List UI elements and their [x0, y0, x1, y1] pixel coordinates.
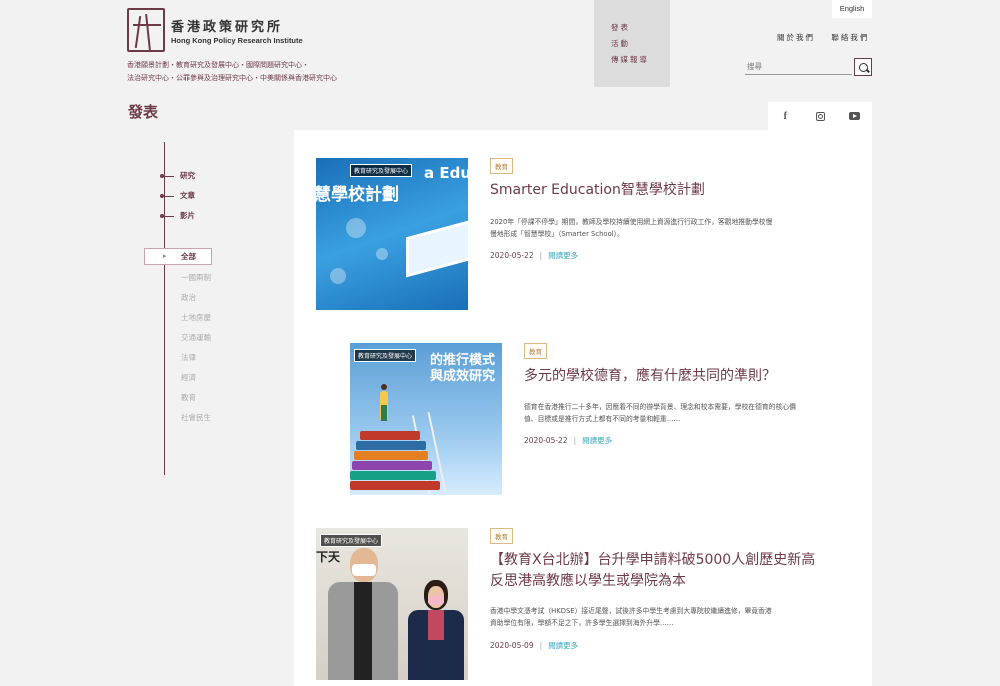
post-title[interactable]: 【教育X台北辦】台升學申請料破5000人創歷史新高 反思港高教應以學生或學院為本 [490, 550, 815, 592]
post-tag[interactable]: 教育 [490, 528, 513, 544]
category-all[interactable]: 全部 [144, 248, 212, 265]
logo-zh: 香港政策研究所 [171, 19, 284, 35]
sidebar-type-label: 影片 [180, 211, 195, 220]
category-item[interactable]: 法律 [181, 352, 196, 363]
thumb-tag: 教育研究及發展中心 [354, 349, 417, 362]
post-desc: 德育在香港推行二十多年，因應着不同的辦學背景、理念和校本需要，學校在德育的核心價… [524, 401, 796, 425]
post-desc: 2020年「停課不停學」期間，教師及學校持續使用網上資源進行行政工作，客觀地推動… [490, 216, 772, 240]
post-meta: 2020-05-22 | 閱讀更多 [490, 251, 579, 260]
post-desc-line: 香港中學文憑考試（HKDSE）接近尾聲，試後許多中學生考慮到大專院校繼續進修，畢… [490, 607, 772, 615]
post-desc-line: 2020年「停課不停學」期間，教師及學校持續使用網上資源進行行政工作，客觀地推動… [490, 218, 773, 226]
sidebar-type-research[interactable]: 研究 [160, 170, 195, 181]
post-title[interactable]: 多元的學校德育，應有什麼共同的準則？ [524, 366, 776, 387]
page: 香港政策研究所 Hong Kong Policy Research Instit… [0, 0, 1000, 686]
category-item[interactable]: 一國兩制 [181, 272, 211, 283]
post-meta: 2020-05-09 | 閱讀更多 [490, 641, 579, 650]
youtube-link[interactable] [837, 102, 872, 130]
post-tag[interactable]: 教育 [490, 158, 513, 174]
logo-en: Hong Kong Policy Research Institute [171, 35, 303, 45]
thumb-tag: 教育研究及發展中心 [320, 534, 383, 547]
search-button[interactable] [854, 58, 872, 76]
posts-panel: a Education 慧學校計劃 教育研究及發展中心 教育 Smarter E… [294, 130, 872, 686]
post-desc-line: 慢地形成「智慧學校」（Smarter School）。 [490, 230, 624, 238]
contact-link[interactable]: 聯絡我們 [831, 33, 869, 42]
centres-line-1[interactable]: 香港願景計劃・教育研究及發展中心・國際問題研究中心・ [127, 59, 367, 72]
post-title-line: 反思港高教應以學生或學院為本 [490, 573, 686, 589]
menu-item-publications[interactable]: 發表 [611, 20, 670, 36]
category-item[interactable]: 土地房屋 [181, 312, 211, 323]
logo[interactable]: 香港政策研究所 Hong Kong Policy Research Instit… [127, 8, 303, 52]
thumb-text: 與成效研究 [430, 369, 496, 384]
menu-item-media[interactable]: 傳媒報導 [611, 52, 670, 68]
category-item[interactable]: 經濟 [181, 372, 196, 383]
category-item[interactable]: 交通運輸 [181, 332, 211, 343]
read-more-link[interactable]: 閱讀更多 [548, 251, 578, 260]
read-more-link[interactable]: 閱讀更多 [582, 436, 612, 445]
instagram-link[interactable] [803, 102, 838, 130]
read-more-link[interactable]: 閱讀更多 [548, 641, 578, 650]
post-date: 2020-05-22 [490, 251, 534, 260]
category-item[interactable]: 社會民生 [181, 412, 211, 423]
language-button[interactable]: English [832, 0, 872, 18]
menu-item-events[interactable]: 活動 [611, 36, 670, 52]
search-input[interactable] [745, 59, 852, 75]
category-item[interactable]: 政治 [181, 292, 196, 303]
thumb-text: 慧學校計劃 [316, 185, 399, 205]
facebook-icon: f [783, 110, 787, 122]
post-date: 2020-05-09 [490, 641, 534, 650]
centres-list: 香港願景計劃・教育研究及發展中心・國際問題研究中心・ 法治研究中心・公罪參與及治… [127, 59, 367, 85]
top-links: 關於我們 聯絡我們 [777, 32, 881, 43]
instagram-icon [815, 111, 825, 121]
logo-text: 香港政策研究所 Hong Kong Policy Research Instit… [171, 16, 303, 45]
post-desc: 香港中學文憑考試（HKDSE）接近尾聲，試後許多中學生考慮到大專院校繼續進修，畢… [490, 605, 772, 629]
main-menu: 發表 活動 傳媒報導 [594, 0, 670, 87]
post-title-line: 【教育X台北辦】台升學申請料破5000人創歷史新高 [490, 552, 816, 568]
sidebar-type-label: 文章 [180, 191, 195, 200]
social-bar: f [768, 102, 872, 130]
post-desc-line: 資助學位有限，學額不足之下，許多學生選擇到海外升學…… [490, 619, 674, 627]
youtube-icon [849, 112, 861, 120]
post-desc-line: 德育在香港推行二十多年，因應着不同的辦學背景、理念和校本需要，學校在德育的核心價 [524, 403, 796, 411]
sidebar-type-videos[interactable]: 影片 [160, 210, 195, 221]
post-thumbnail[interactable]: 的推行模式 與成效研究 教育研究及發展中心 [350, 343, 502, 495]
facebook-link[interactable]: f [768, 102, 803, 130]
category-all-label: 全部 [181, 252, 196, 261]
post-thumbnail[interactable]: 下天 教育研究及發展中心 [316, 528, 468, 680]
logo-mark-icon [127, 8, 165, 52]
category-item[interactable]: 教育 [181, 392, 196, 403]
sidebar-type-articles[interactable]: 文章 [160, 190, 195, 201]
centres-line-2[interactable]: 法治研究中心・公罪參與及治理研究中心・中美關係與香港研究中心 [127, 72, 367, 85]
post-date: 2020-05-22 [524, 436, 568, 445]
thumb-text: a Education [424, 164, 468, 182]
thumb-tag: 教育研究及發展中心 [350, 164, 413, 177]
post-desc-line: 值、目標或是推行方式上都有不同的考量和輕重…… [524, 415, 681, 423]
post-thumbnail[interactable]: a Education 慧學校計劃 教育研究及發展中心 [316, 158, 468, 310]
page-title: 發表 [128, 103, 159, 121]
sidebar-type-label: 研究 [180, 171, 195, 180]
post-title[interactable]: Smarter Education智慧學校計劃 [490, 180, 705, 201]
about-link[interactable]: 關於我們 [777, 33, 815, 42]
post-meta: 2020-05-22 | 閱讀更多 [524, 436, 613, 445]
post-tag[interactable]: 教育 [524, 343, 547, 359]
